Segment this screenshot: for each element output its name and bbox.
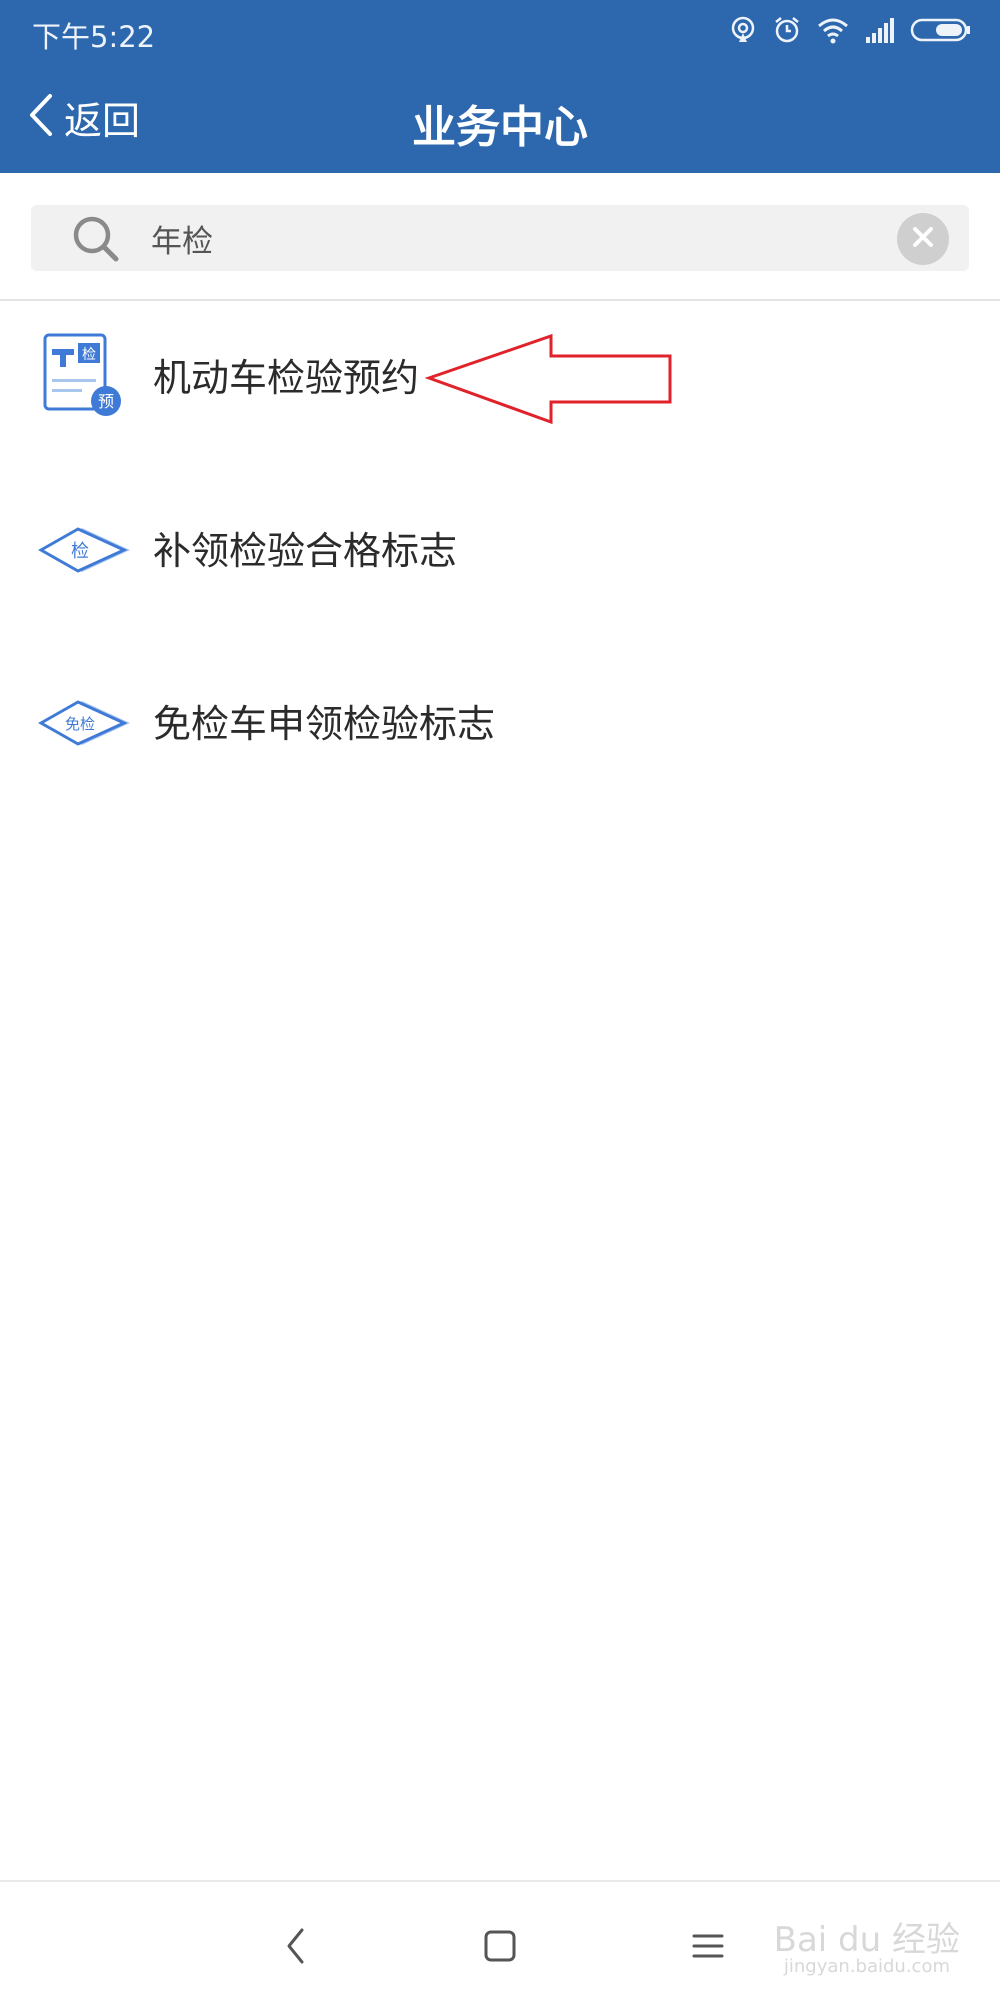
inspection-label-icon: 检: [37, 504, 130, 596]
badge-text: 预: [98, 392, 114, 411]
status-bar: 下午5:22: [0, 0, 1000, 60]
list-item-exempt-inspection-label[interactable]: 免检 免检车申领检验标志: [0, 647, 1000, 820]
signal-icon: [864, 15, 896, 45]
list-item-replace-inspection-label[interactable]: 检 补领检验合格标志: [0, 474, 1000, 647]
list-item-label: 免检车申领检验标志: [153, 702, 496, 746]
icon-text: 检: [82, 347, 96, 363]
nav-bar: 返回 业务中心: [0, 60, 1000, 173]
hotspot-icon: [728, 15, 758, 45]
battery-icon: [910, 15, 972, 45]
system-back-button[interactable]: [266, 1918, 326, 1978]
page-title: 业务中心: [412, 102, 588, 153]
icon-text: 免检: [65, 715, 95, 733]
app-header: 下午5:22 返回 业务中心: [0, 0, 1000, 173]
watermark-brand: Bai du 经验: [773, 1920, 960, 1960]
clear-search-button[interactable]: [897, 213, 949, 265]
system-nav-bar: Bai du 经验 jingyan.baidu.com: [0, 1880, 1000, 2000]
home-nav-icon: [483, 1929, 517, 1967]
list-item-label: 补领检验合格标志: [153, 529, 458, 573]
alarm-icon: [772, 15, 802, 45]
inspection-appointment-icon: 检 预: [38, 331, 130, 423]
close-icon: [911, 225, 935, 253]
system-home-button[interactable]: [470, 1918, 530, 1978]
status-icons: [728, 14, 972, 46]
search-input[interactable]: [151, 213, 911, 263]
back-nav-icon: [284, 1926, 308, 1970]
menu-nav-icon: [691, 1931, 725, 1965]
search-icon: [71, 214, 121, 268]
search-section: [0, 173, 1000, 301]
wifi-icon: [816, 15, 850, 45]
status-time: 下午5:22: [32, 20, 156, 54]
watermark-url: jingyan.baidu.com: [783, 1956, 950, 1977]
annotation-arrow-icon: [425, 333, 672, 425]
system-menu-button[interactable]: [678, 1918, 738, 1978]
icon-text: 检: [71, 541, 89, 562]
list-item-label: 机动车检验预约: [153, 356, 420, 400]
search-bar: [31, 205, 969, 271]
exempt-inspection-icon: 免检: [37, 677, 130, 769]
